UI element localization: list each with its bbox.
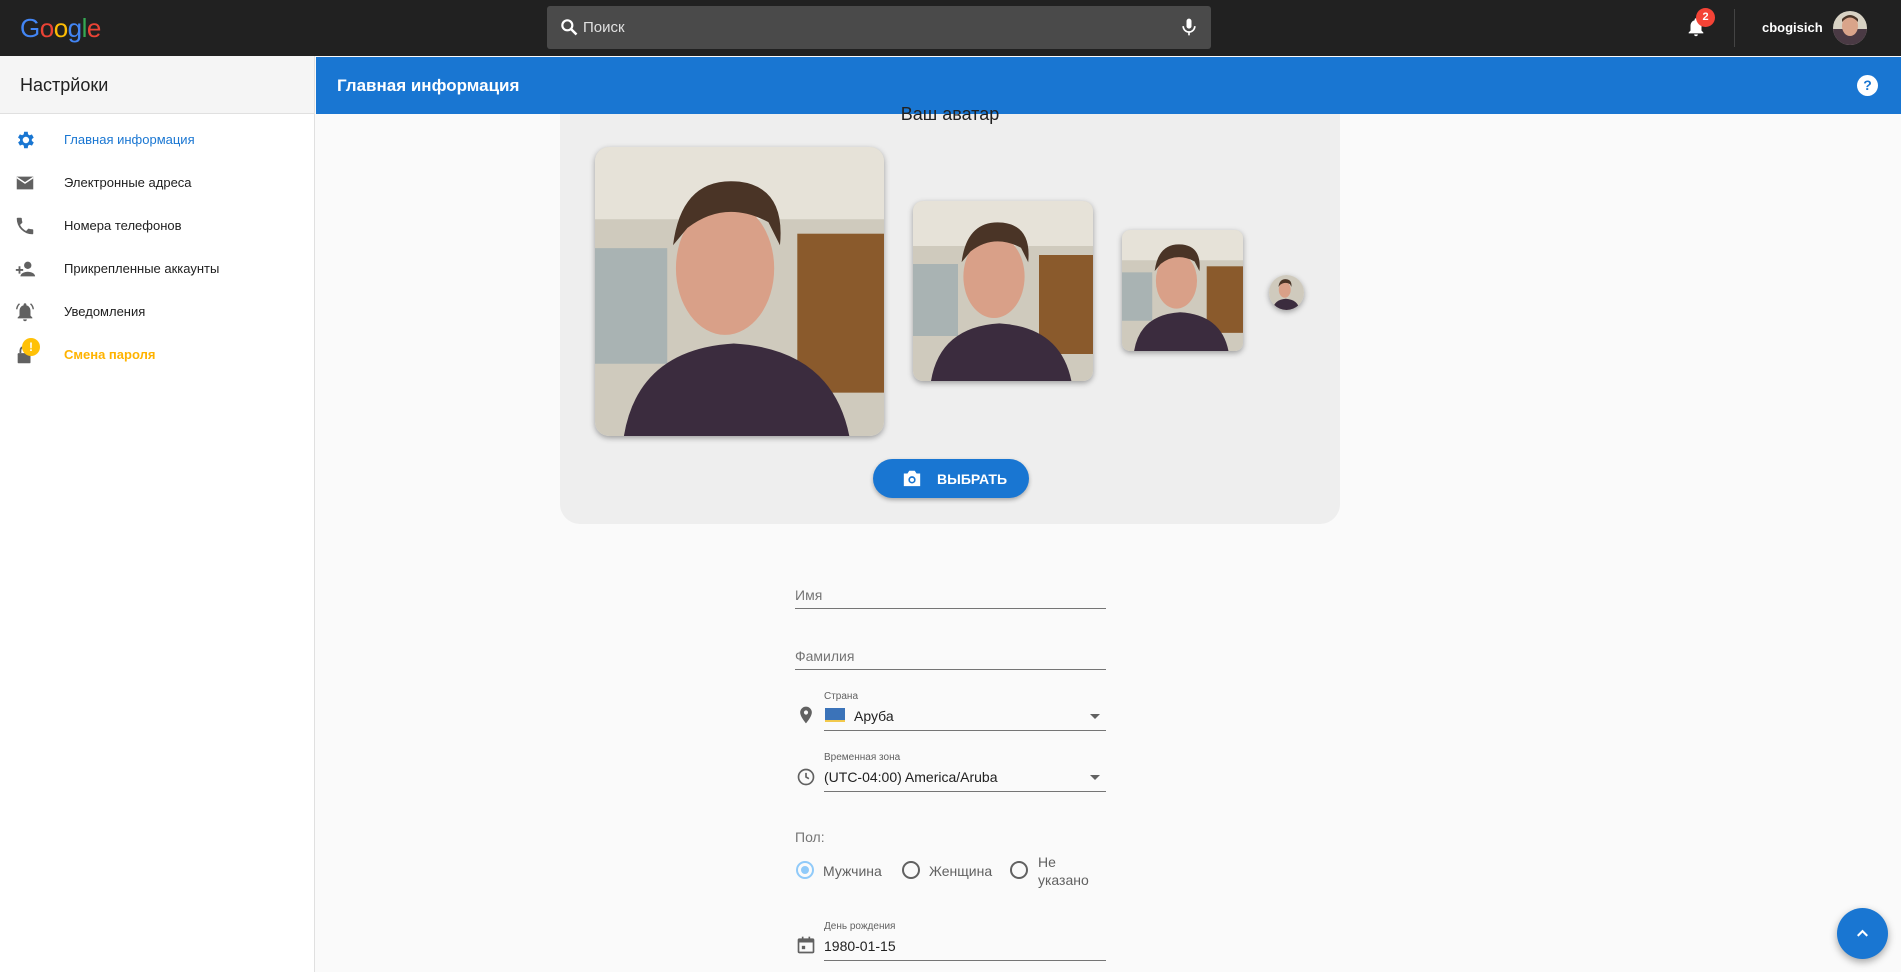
gender-unspecified-label-line2: указано [1038,872,1089,888]
avatar-preview-tiny [1269,275,1304,310]
scroll-to-top-button[interactable] [1837,908,1888,959]
country-select[interactable]: Страна Аруба [824,688,1106,731]
sidebar-item-label: Номера телефонов [64,218,182,233]
birthday-field[interactable]: День рождения 1980-01-15 [824,918,1106,961]
help-icon[interactable]: ? [1857,75,1878,96]
user-avatar[interactable] [1833,11,1867,45]
avatar-preview-large [595,147,884,436]
sidebar-item-label: Смена пароля [64,347,156,362]
choose-button-label: ВЫБРАТЬ [937,471,1008,487]
birthday-label: День рождения [824,921,896,932]
gender-unspecified-radio[interactable] [1010,861,1028,879]
gender-label: Пол: [795,829,825,845]
settings-sidebar: Настрйоки Главная информация Электронные… [0,56,315,972]
country-value: Аруба [854,708,894,724]
last-name-field[interactable]: Фамилия [795,637,1106,670]
timezone-value: (UTC-04:00) America/Aruba [824,769,998,785]
avatar-preview-small [1122,230,1243,351]
aruba-flag-icon [825,708,845,722]
chevron-up-icon [1857,929,1868,937]
sidebar-item-label: Прикрепленные аккаунты [64,261,220,276]
phone-icon [16,217,34,235]
microphone-icon[interactable] [1179,16,1199,38]
search-icon [561,19,578,36]
sidebar-item-label: Уведомления [64,304,146,319]
page-title: Главная информация [337,76,520,95]
avatar-preview-medium [913,201,1093,381]
search-input[interactable]: Поиск [583,19,625,36]
country-label: Страна [824,691,859,702]
gear-icon [18,131,34,149]
timezone-select[interactable]: Временная зона (UTC-04:00) America/Aruba [824,749,1106,792]
birthday-value: 1980-01-15 [824,938,896,954]
gender-female-radio[interactable] [902,861,920,879]
last-name-placeholder: Фамилия [795,648,855,664]
choose-avatar-button[interactable]: ВЫБРАТЬ [873,459,1029,498]
bell-ring-icon [16,303,34,322]
person-add-icon [15,261,36,277]
warning-badge: ! [22,338,40,356]
chevron-down-icon [1090,775,1100,780]
sidebar-title: Настрйоки [0,56,314,114]
calendar-icon [797,936,815,954]
sidebar-item-notifications[interactable]: Уведомления [0,291,314,334]
gender-male-label: Мужчина [823,863,882,879]
username[interactable]: cbogisich [1762,20,1823,35]
first-name-field[interactable]: Имя [795,576,1106,609]
notification-badge: 2 [1696,8,1715,27]
camera-icon [903,470,921,487]
mail-icon [16,176,34,190]
sidebar-item-label: Электронные адреса [64,175,192,190]
sidebar-item-change-password[interactable]: ! Смена пароля [0,334,314,377]
topbar-divider [1734,9,1735,47]
timezone-label: Временная зона [824,752,901,763]
clock-icon [797,768,815,786]
gender-female-label: Женщина [929,863,993,879]
avatar-title: Ваш аватар [900,104,1000,124]
sidebar-item-main-info[interactable]: Главная информация [0,119,314,162]
top-app-bar: Google Поиск 2 cbogisich [0,0,1901,56]
gender-unspecified-label-line1: Не [1038,854,1056,870]
search-bar[interactable]: Поиск [547,6,1211,49]
google-logo[interactable]: Google [20,13,101,44]
avatar-card: Ваш аватар ВЫБРАТЬ [560,104,1340,524]
first-name-placeholder: Имя [795,587,823,603]
sidebar-item-phones[interactable]: Номера телефонов [0,205,314,248]
sidebar-item-emails[interactable]: Электронные адреса [0,162,314,205]
sidebar-item-label: Главная информация [64,132,195,147]
sidebar-item-linked-accounts[interactable]: Прикрепленные аккаунты [0,248,314,291]
chevron-down-icon [1090,714,1100,719]
gender-male-radio[interactable] [796,861,814,879]
location-pin-icon [800,706,812,724]
